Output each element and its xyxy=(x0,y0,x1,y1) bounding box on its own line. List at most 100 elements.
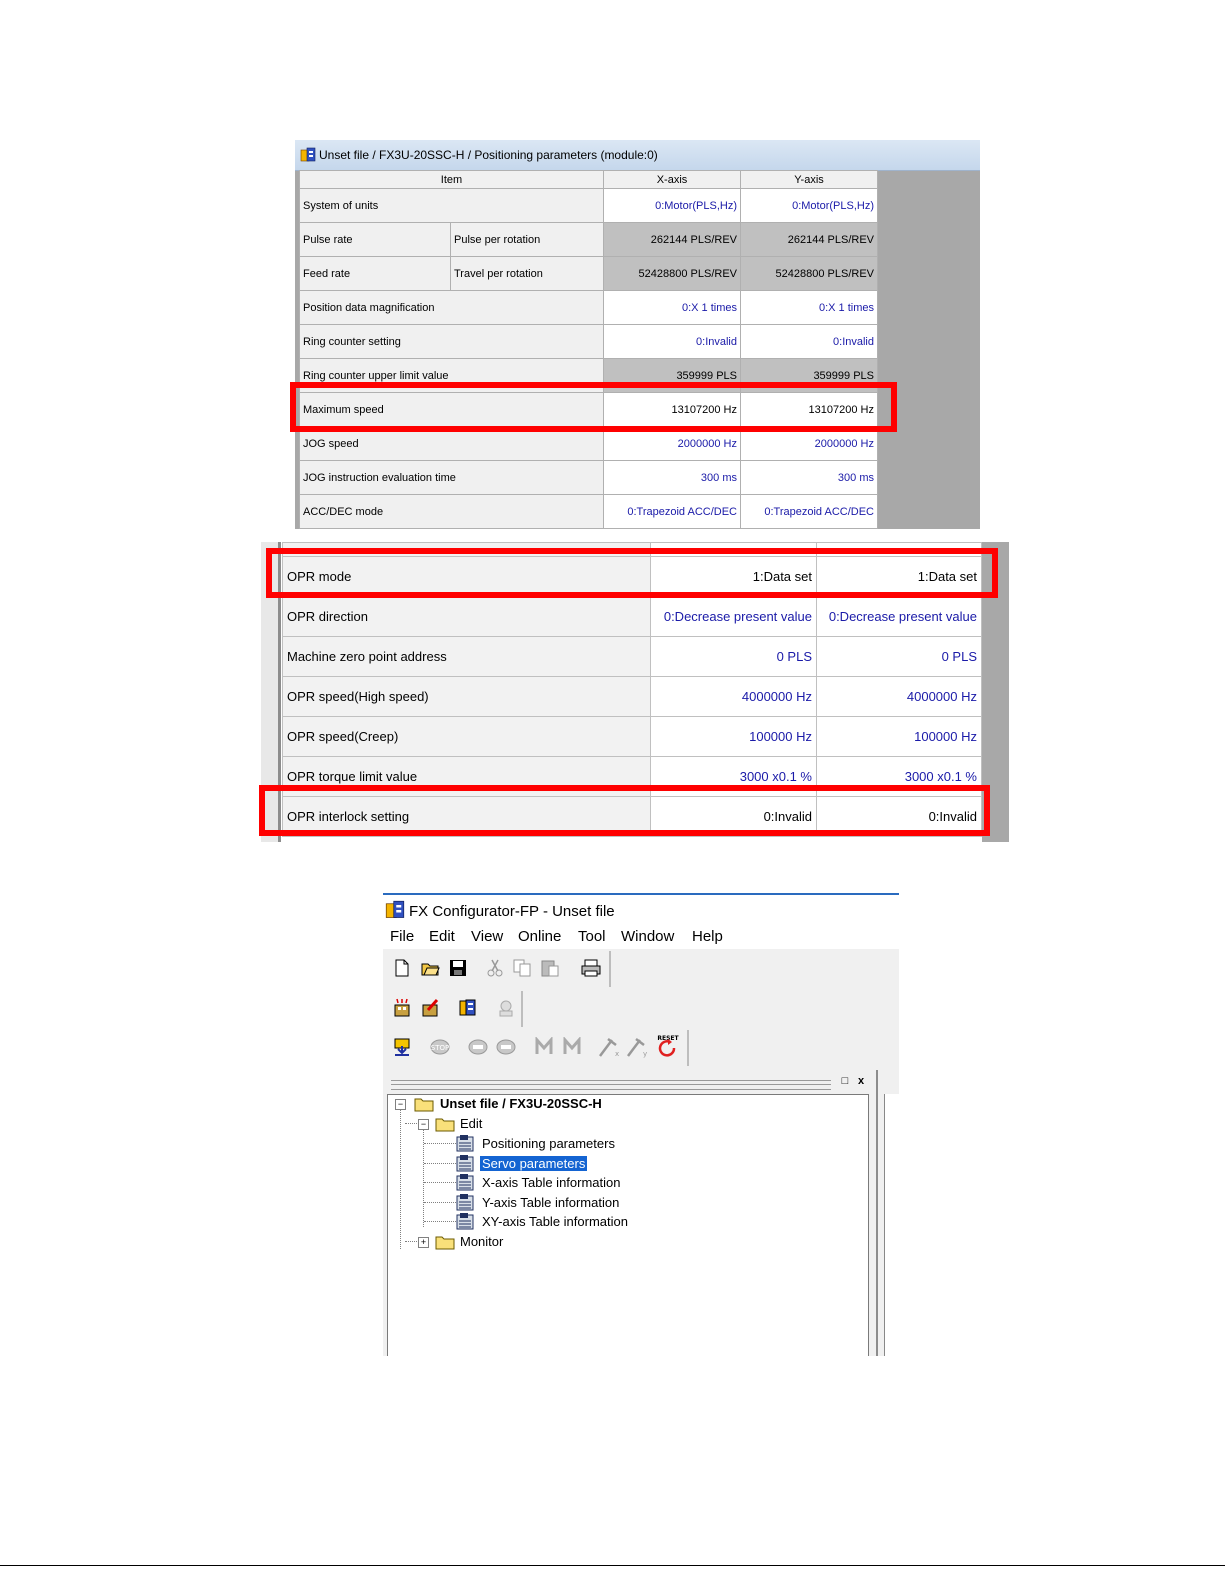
app-icon xyxy=(300,147,316,168)
tree-item-label: X-axis Table information xyxy=(482,1175,621,1190)
y-axis-value[interactable]: 0:Invalid xyxy=(740,324,878,359)
expand-icon[interactable]: + xyxy=(418,1237,429,1248)
tree-item-x-axis-table[interactable]: X-axis Table information xyxy=(456,1174,656,1192)
tree-item-y-axis-table[interactable]: Y-axis Table information xyxy=(456,1194,656,1212)
x-axis-value[interactable]: 4000000 Hz xyxy=(650,676,817,717)
monitor-m-icon[interactable] xyxy=(531,1034,557,1060)
x-axis-value[interactable]: 0:Invalid xyxy=(603,324,741,359)
menu-view[interactable]: View xyxy=(471,928,503,945)
tree-item-xy-axis-table[interactable]: XY-axis Table information xyxy=(456,1213,666,1231)
copy-icon[interactable] xyxy=(509,955,535,981)
x-axis-value[interactable]: 0:Motor(PLS,Hz) xyxy=(603,188,741,223)
menu-bar: File Edit View Online Tool Window Help xyxy=(383,925,899,949)
param-label: Pulse rate xyxy=(299,222,451,257)
panel-grip[interactable] xyxy=(391,1080,831,1090)
positioning-parameters-table: Item X-axis Y-axis System of units 0:Mot… xyxy=(299,170,878,529)
tree-node-root[interactable]: − Unset file / FX3U-20SSC-H xyxy=(394,1095,654,1113)
module-settings-icon[interactable] xyxy=(493,995,519,1021)
param-sublabel: Pulse per rotation xyxy=(450,222,604,257)
table-row: Machine zero point address 0 PLS 0 PLS xyxy=(282,636,982,677)
tree-connector xyxy=(424,1202,456,1203)
delete-module-icon[interactable] xyxy=(417,995,443,1021)
download-icon[interactable] xyxy=(389,1034,415,1060)
column-header-y-axis: Y-axis xyxy=(740,170,878,189)
tree-root-label: Unset file / FX3U-20SSC-H xyxy=(440,1096,602,1111)
x-axis-value[interactable]: 0:Decrease present value xyxy=(650,596,817,637)
parameter-sheet-icon xyxy=(456,1174,476,1195)
menu-online[interactable]: Online xyxy=(518,928,561,945)
reset-icon[interactable]: RESET xyxy=(655,1034,681,1060)
paste-icon[interactable] xyxy=(537,955,563,981)
param-label: Feed rate xyxy=(299,256,451,291)
app-icon xyxy=(385,900,405,925)
restore-icon[interactable]: □ xyxy=(839,1076,851,1088)
window-title: FX Configurator-FP - Unset file xyxy=(409,903,615,920)
new-file-icon[interactable] xyxy=(389,955,415,981)
highlight-opr-interlock-setting xyxy=(259,785,990,836)
tree-item-positioning-parameters[interactable]: Positioning parameters xyxy=(456,1135,656,1153)
param-sublabel: Travel per rotation xyxy=(450,256,604,291)
y-axis-value[interactable]: 0:Motor(PLS,Hz) xyxy=(740,188,878,223)
collapse-icon[interactable]: − xyxy=(418,1119,429,1130)
tree-item-servo-parameters[interactable]: Servo parameters xyxy=(456,1155,656,1173)
menu-edit[interactable]: Edit xyxy=(429,928,455,945)
y-axis-value[interactable]: 300 ms xyxy=(740,460,878,495)
servo-off-icon[interactable] xyxy=(493,1034,519,1060)
menu-window[interactable]: Window xyxy=(621,928,674,945)
param-label: Machine zero point address xyxy=(282,636,651,677)
y-axis-value[interactable]: 100000 Hz xyxy=(816,716,982,757)
tree-monitor-label: Monitor xyxy=(460,1234,504,1249)
param-label: JOG instruction evaluation time xyxy=(299,460,604,495)
online-toolbar: STOP x y RESET xyxy=(385,1030,689,1066)
print-icon[interactable] xyxy=(578,955,604,981)
table-row: Pulse rate Pulse per rotation 262144 PLS… xyxy=(299,222,878,257)
tree-edit-label: Edit xyxy=(460,1116,483,1131)
param-label: System of units xyxy=(299,188,604,223)
y-axis-value[interactable]: 0 PLS xyxy=(816,636,982,677)
tree-node-edit[interactable]: − Edit xyxy=(417,1115,537,1133)
param-label: OPR speed(Creep) xyxy=(282,716,651,757)
servo-on-icon[interactable] xyxy=(465,1034,491,1060)
y-axis-value[interactable]: 0:Decrease present value xyxy=(816,596,982,637)
menu-tool[interactable]: Tool xyxy=(578,928,606,945)
y-axis-value[interactable]: 0:X 1 times xyxy=(740,290,878,325)
new-module-icon[interactable] xyxy=(389,995,415,1021)
param-label: ACC/DEC mode xyxy=(299,494,604,529)
tree-item-label: Y-axis Table information xyxy=(482,1195,620,1210)
save-icon[interactable] xyxy=(445,955,471,981)
x-axis-value[interactable]: 0 PLS xyxy=(650,636,817,677)
table-header-row: Item X-axis Y-axis xyxy=(299,170,878,189)
y-axis-value[interactable]: 4000000 Hz xyxy=(816,676,982,717)
svg-text:x: x xyxy=(615,1050,619,1058)
y-axis-value: 262144 PLS/REV xyxy=(740,222,878,257)
close-icon[interactable]: x xyxy=(855,1076,867,1088)
menu-file[interactable]: File xyxy=(390,928,414,945)
cut-icon[interactable] xyxy=(482,955,508,981)
param-label: OPR speed(High speed) xyxy=(282,676,651,717)
x-axis-value[interactable]: 100000 Hz xyxy=(650,716,817,757)
param-label: Ring counter setting xyxy=(299,324,604,359)
tree-item-label: XY-axis Table information xyxy=(482,1214,628,1229)
page-bottom-rule xyxy=(0,1565,1225,1566)
collapse-icon[interactable]: − xyxy=(395,1099,406,1110)
tree-node-monitor[interactable]: + Monitor xyxy=(417,1233,537,1251)
x-axis-value[interactable]: 300 ms xyxy=(603,460,741,495)
parameter-sheet-icon xyxy=(456,1194,476,1215)
y-axis-value[interactable]: 0:Trapezoid ACC/DEC xyxy=(740,494,878,529)
x-axis-value[interactable]: 0:Trapezoid ACC/DEC xyxy=(603,494,741,529)
open-folder-icon[interactable] xyxy=(417,955,443,981)
menu-help[interactable]: Help xyxy=(692,928,723,945)
x-axis-value[interactable]: 0:X 1 times xyxy=(603,290,741,325)
project-tree: − Unset file / FX3U-20SSC-H − Edit Posit… xyxy=(387,1094,869,1356)
folder-icon xyxy=(414,1096,434,1115)
module-config-icon[interactable] xyxy=(455,995,481,1021)
test-x-icon[interactable]: x xyxy=(597,1034,623,1060)
stop-icon[interactable]: STOP xyxy=(427,1034,453,1060)
highlight-maximum-speed xyxy=(290,382,897,432)
param-label: OPR direction xyxy=(282,596,651,637)
test-y-icon[interactable]: y xyxy=(625,1034,651,1060)
monitor-m2-icon[interactable] xyxy=(559,1034,585,1060)
svg-text:y: y xyxy=(643,1050,647,1058)
table-row: OPR speed(High speed) 4000000 Hz 4000000… xyxy=(282,676,982,717)
table-row: OPR direction 0:Decrease present value 0… xyxy=(282,596,982,637)
